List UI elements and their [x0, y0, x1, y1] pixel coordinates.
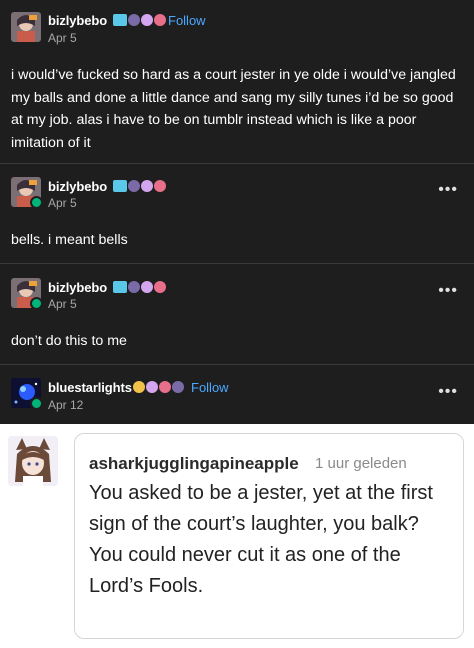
post-body: don’t do this to me [11, 333, 127, 349]
divider [0, 364, 474, 365]
comment-card: asharkjugglingapineapple 1 uur geleden Y… [74, 433, 464, 639]
follow-button[interactable]: Follow [191, 380, 229, 395]
post-username[interactable]: bizlybebo [48, 280, 107, 295]
badge-icon [172, 381, 184, 393]
badge-icon [133, 381, 145, 393]
badge-icon [146, 381, 158, 393]
post-date: Apr 5 [48, 196, 77, 210]
comment-timestamp: 1 uur geleden [315, 455, 407, 472]
comment-username[interactable]: asharkjugglingapineapple [89, 454, 299, 474]
badge-icon [113, 281, 127, 293]
user-badges [113, 14, 166, 26]
post-date: Apr 5 [48, 297, 77, 311]
badge-icon [159, 381, 171, 393]
post-body: i would’ve fucked so hard as a court jes… [11, 67, 456, 151]
comment-line: You could never cut it as one of the Lor… [89, 544, 401, 597]
badge-icon [128, 180, 140, 192]
more-options-icon[interactable]: ••• [438, 384, 458, 400]
divider [0, 263, 474, 264]
badge-icon [128, 14, 140, 26]
avatar[interactable] [11, 12, 41, 42]
badge-icon [154, 14, 166, 26]
post-username[interactable]: bluestarlights [48, 380, 132, 395]
post-username[interactable]: bizlybebo [48, 179, 107, 194]
more-options-icon[interactable]: ••• [438, 283, 458, 299]
commenter-avatar[interactable] [8, 436, 58, 486]
badge-icon [154, 180, 166, 192]
follow-button[interactable]: Follow [168, 13, 206, 28]
reblog-icon [30, 196, 43, 209]
user-badges [113, 281, 166, 293]
badge-icon [141, 14, 153, 26]
comment-line: You asked to be a jester, yet at the fir… [89, 482, 433, 535]
badge-icon [154, 281, 166, 293]
user-badges [113, 180, 166, 192]
reblog-icon [30, 297, 43, 310]
more-options-icon[interactable]: ••• [438, 182, 458, 198]
badge-icon [128, 281, 140, 293]
badge-icon [113, 14, 127, 26]
badge-icon [113, 180, 127, 192]
badge-icon [141, 180, 153, 192]
divider [0, 163, 474, 164]
post-username[interactable]: bizlybebo [48, 13, 107, 28]
badge-icon [141, 281, 153, 293]
post-date: Apr 5 [48, 31, 77, 45]
dash-thread: bizlybebo Follow Apr 5 i would’ve fucked… [0, 0, 474, 424]
post-body: bells. i meant bells [11, 232, 128, 248]
post-date: Apr 12 [48, 398, 84, 412]
comment-text: You asked to be a jester, yet at the fir… [89, 478, 459, 602]
reblog-icon [30, 397, 43, 410]
user-badges [133, 381, 184, 393]
